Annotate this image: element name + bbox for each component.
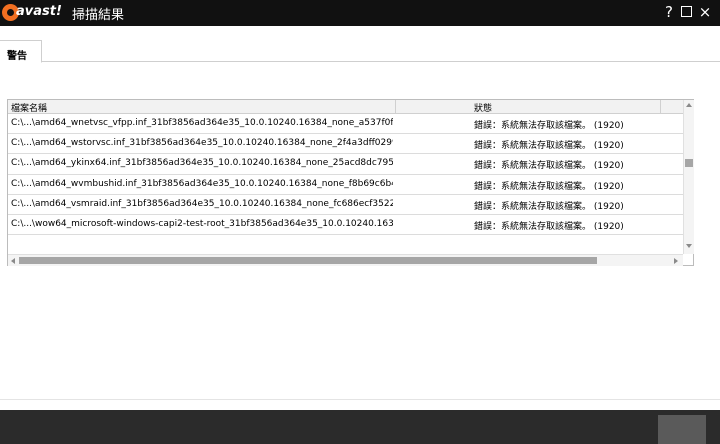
status-cell: 錯誤：系統無法存取該檔案。 (1920) xyxy=(474,221,624,232)
table-row[interactable]: C:\...\wow64_microsoft-windows-capi2-tes… xyxy=(8,215,683,236)
horizontal-scroll-thumb[interactable] xyxy=(19,257,597,264)
column-header-spacer xyxy=(661,100,683,113)
scroll-down-icon[interactable] xyxy=(686,244,692,248)
table-header: 檔案名稱 狀態 xyxy=(8,100,683,114)
scroll-left-icon[interactable] xyxy=(11,258,15,264)
results-table: 檔案名稱 狀態 C:\...\amd64_wnetvsc_vfpp.inf_31… xyxy=(7,99,694,266)
file-cell: C:\...\amd64_ykinx64.inf_31bf3856ad364e3… xyxy=(11,158,393,169)
table-row[interactable]: C:\...\amd64_vsmraid.inf_31bf3856ad364e3… xyxy=(8,195,683,215)
avast-logo: avast! xyxy=(2,3,70,23)
vertical-scrollbar[interactable] xyxy=(683,100,694,254)
table-row[interactable]: C:\...\amd64_wstorvsc.inf_31bf3856ad364e… xyxy=(8,134,683,155)
file-cell: C:\...\amd64_wstorvsc.inf_31bf3856ad364e… xyxy=(11,138,393,149)
file-cell: C:\...\amd64_wnetvsc_vfpp.inf_31bf3856ad… xyxy=(11,118,393,128)
table-row[interactable]: C:\...\amd64_wnetvsc_vfpp.inf_31bf3856ad… xyxy=(8,114,683,135)
status-cell: 錯誤：系統無法存取該檔案。 (1920) xyxy=(474,161,624,172)
scroll-up-icon[interactable] xyxy=(686,103,692,107)
maximize-icon xyxy=(680,6,692,17)
footer-button[interactable] xyxy=(658,415,706,444)
column-header-filename[interactable]: 檔案名稱 xyxy=(8,100,396,114)
app-name: avast! xyxy=(16,4,62,19)
tab-strip: 警告 xyxy=(0,40,720,63)
status-cell: 錯誤：系統無法存取該檔案。 (1920) xyxy=(474,201,624,212)
maximize-button[interactable] xyxy=(677,1,695,23)
file-cell: C:\...\amd64_wvmbushid.inf_31bf3856ad364… xyxy=(11,178,393,189)
window-title: 掃描結果 xyxy=(72,8,125,23)
title-bar: avast! 掃描結果 ? × xyxy=(0,0,720,26)
file-cell: C:\...\amd64_vsmraid.inf_31bf3856ad364e3… xyxy=(11,198,393,209)
help-button[interactable]: ? xyxy=(660,1,678,23)
status-cell: 錯誤：系統無法存取該檔案。 (1920) xyxy=(474,121,624,131)
close-button[interactable]: × xyxy=(696,1,714,23)
column-header-status[interactable]: 狀態 xyxy=(396,100,661,114)
footer-bar xyxy=(0,410,720,444)
status-cell: 錯誤：系統無法存取該檔案。 (1920) xyxy=(474,181,624,192)
table-body: C:\...\amd64_wnetvsc_vfpp.inf_31bf3856ad… xyxy=(8,114,683,236)
footer-divider xyxy=(0,399,720,400)
table-row[interactable]: C:\...\amd64_ykinx64.inf_31bf3856ad364e3… xyxy=(8,154,683,175)
status-cell: 錯誤：系統無法存取該檔案。 (1920) xyxy=(474,141,624,152)
table-row[interactable]: C:\...\amd64_wvmbushid.inf_31bf3856ad364… xyxy=(8,175,683,195)
horizontal-scrollbar[interactable] xyxy=(8,254,683,266)
file-cell: C:\...\wow64_microsoft-windows-capi2-tes… xyxy=(11,218,393,229)
vertical-scroll-thumb[interactable] xyxy=(685,159,693,167)
scroll-right-icon[interactable] xyxy=(674,258,678,264)
tab-warnings[interactable]: 警告 xyxy=(0,40,42,63)
